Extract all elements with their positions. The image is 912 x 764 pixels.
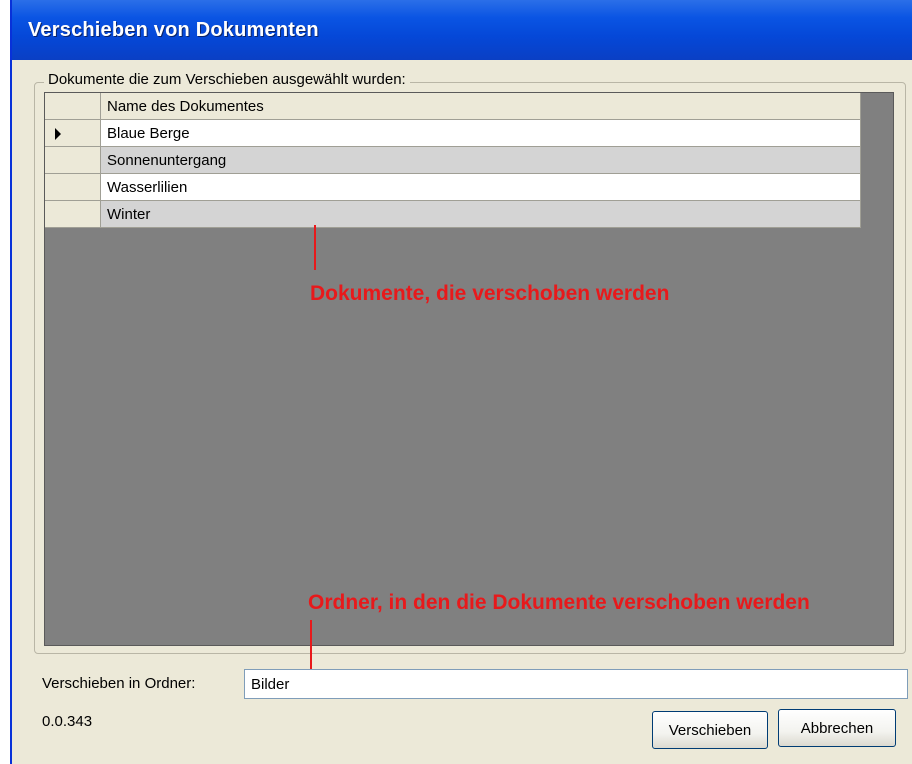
column-header-name[interactable]: Name des Dokumentes [101,93,861,120]
table-row[interactable]: Blaue Berge [45,120,861,147]
groupbox-legend: Dokumente die zum Verschieben ausgewählt… [44,71,410,88]
row-selector[interactable] [45,174,101,201]
version-label: 0.0.343 [42,713,93,730]
folder-label: Verschieben in Ordner: [42,675,196,692]
title-bar[interactable]: Verschieben von Dokumenten [12,0,912,60]
table-row[interactable]: Winter [45,201,861,228]
window-title: Verschieben von Dokumenten [28,19,319,41]
row-selector[interactable] [45,147,101,174]
current-row-arrow-icon [55,128,61,140]
documents-grid[interactable]: Name des Dokumentes Blaue Berge Sonnenun… [44,92,894,646]
move-button[interactable]: Verschieben [652,711,768,749]
cancel-button[interactable]: Abbrechen [778,709,896,747]
grid-header-selector [45,93,101,120]
grid-header-row: Name des Dokumentes [45,93,861,120]
folder-annotation: Ordner, in den die Dokumente verschoben … [308,591,810,614]
document-name-cell[interactable]: Sonnenuntergang [101,147,861,174]
document-name-cell[interactable]: Wasserlilien [101,174,861,201]
dialog-window: Verschieben von Dokumenten Dokumente die… [10,0,912,764]
target-folder-input[interactable] [244,669,908,699]
document-name-cell[interactable]: Winter [101,201,861,228]
table-row[interactable]: Wasserlilien [45,174,861,201]
document-name-cell[interactable]: Blaue Berge [101,120,861,147]
documents-annotation-line [314,225,316,270]
row-selector[interactable] [45,201,101,228]
row-selector[interactable] [45,120,101,147]
documents-annotation: Dokumente, die verschoben werden [310,282,670,305]
table-row[interactable]: Sonnenuntergang [45,147,861,174]
